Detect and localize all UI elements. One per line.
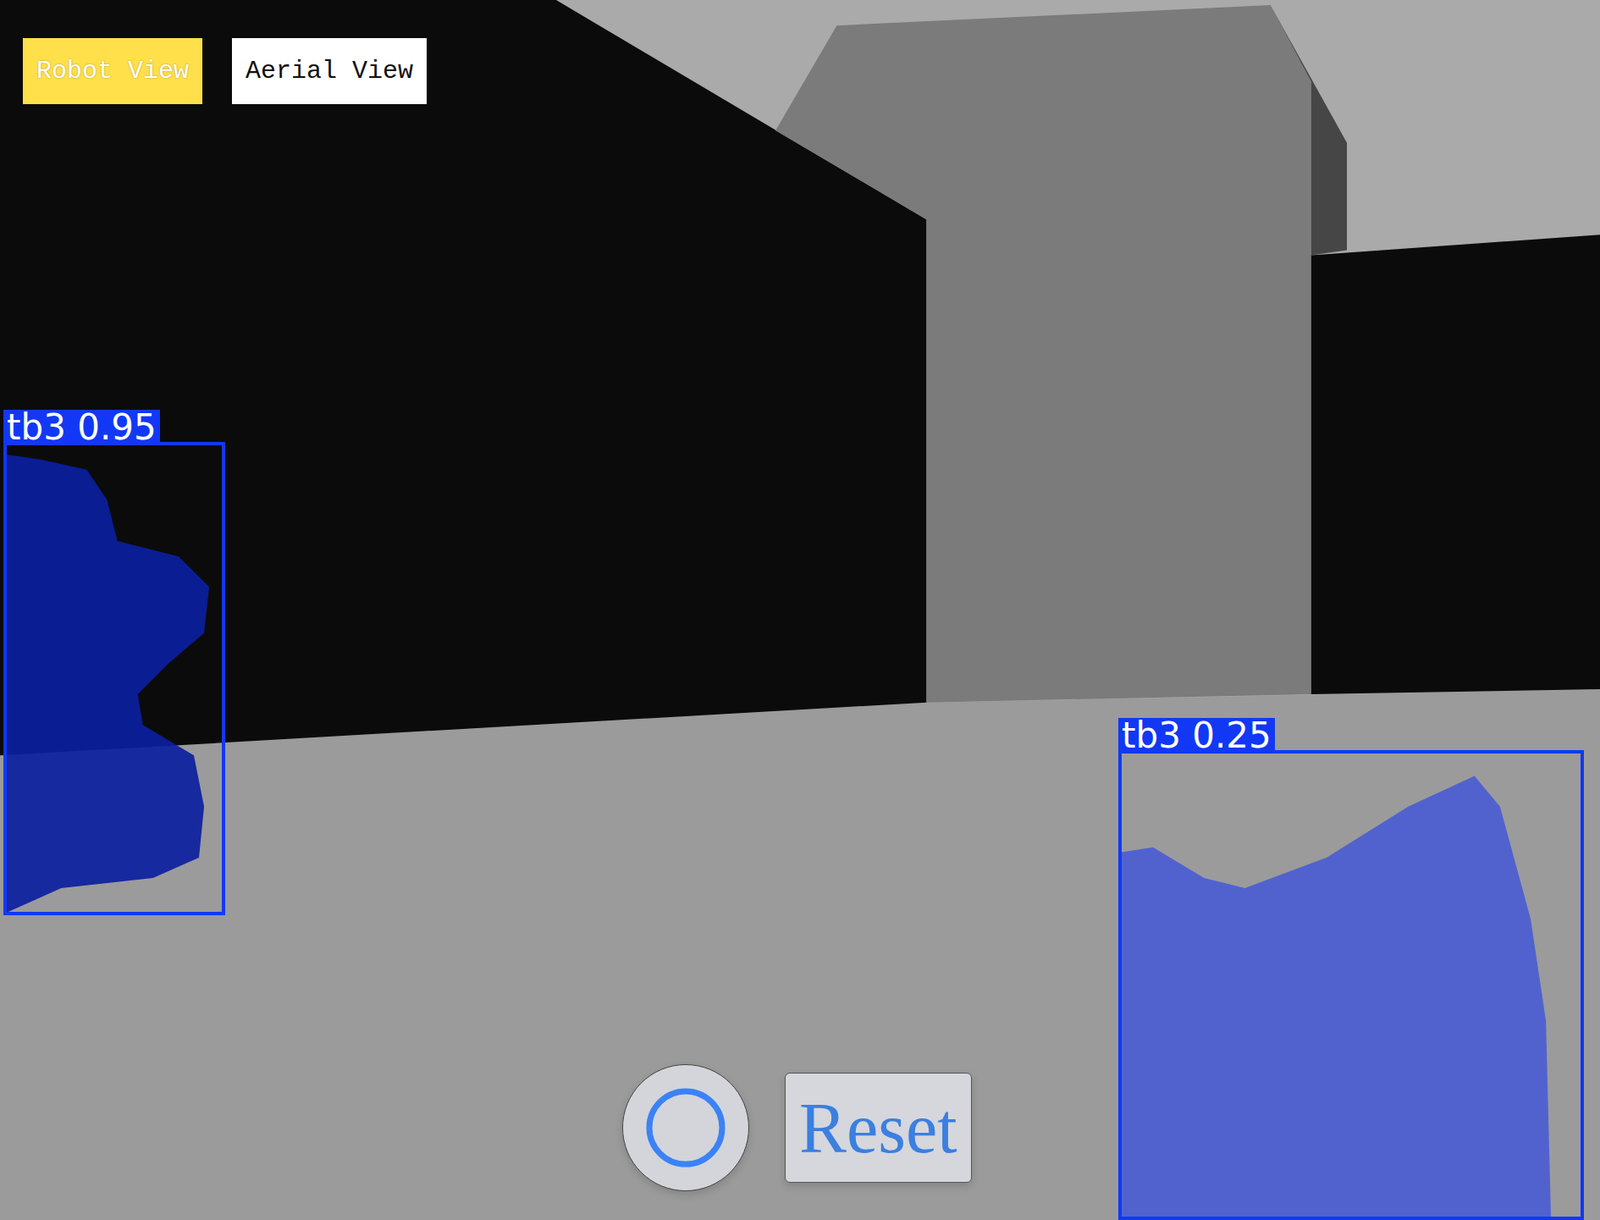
detection-box: tb3 0.95 <box>3 441 226 916</box>
robot-viewer: Robot View Aerial View tb3 0.95 tb3 0.25 R… <box>0 0 1600 1220</box>
sky <box>0 0 1600 1220</box>
camera-feed <box>0 0 1600 1220</box>
view-tab[interactable]: Aerial View <box>231 38 427 105</box>
view-tab[interactable]: Robot View <box>22 38 203 105</box>
record-button[interactable] <box>622 1064 750 1192</box>
pillar-side <box>1270 5 1347 255</box>
right-wall <box>1311 234 1600 695</box>
floor <box>0 689 1600 1220</box>
circle-icon <box>643 1085 729 1170</box>
pillar-front <box>775 5 1312 703</box>
view-tabs: Robot View Aerial View <box>22 38 427 105</box>
reset-button[interactable]: Reset <box>784 1072 972 1183</box>
detection-label: tb3 0.95 <box>3 409 160 446</box>
detection-box: tb3 0.25 <box>1118 750 1584 1220</box>
robot-mask <box>1119 775 1551 1220</box>
robot-mask <box>4 454 210 915</box>
controls: Reset <box>622 1064 972 1192</box>
detection-label: tb3 0.25 <box>1118 717 1275 754</box>
